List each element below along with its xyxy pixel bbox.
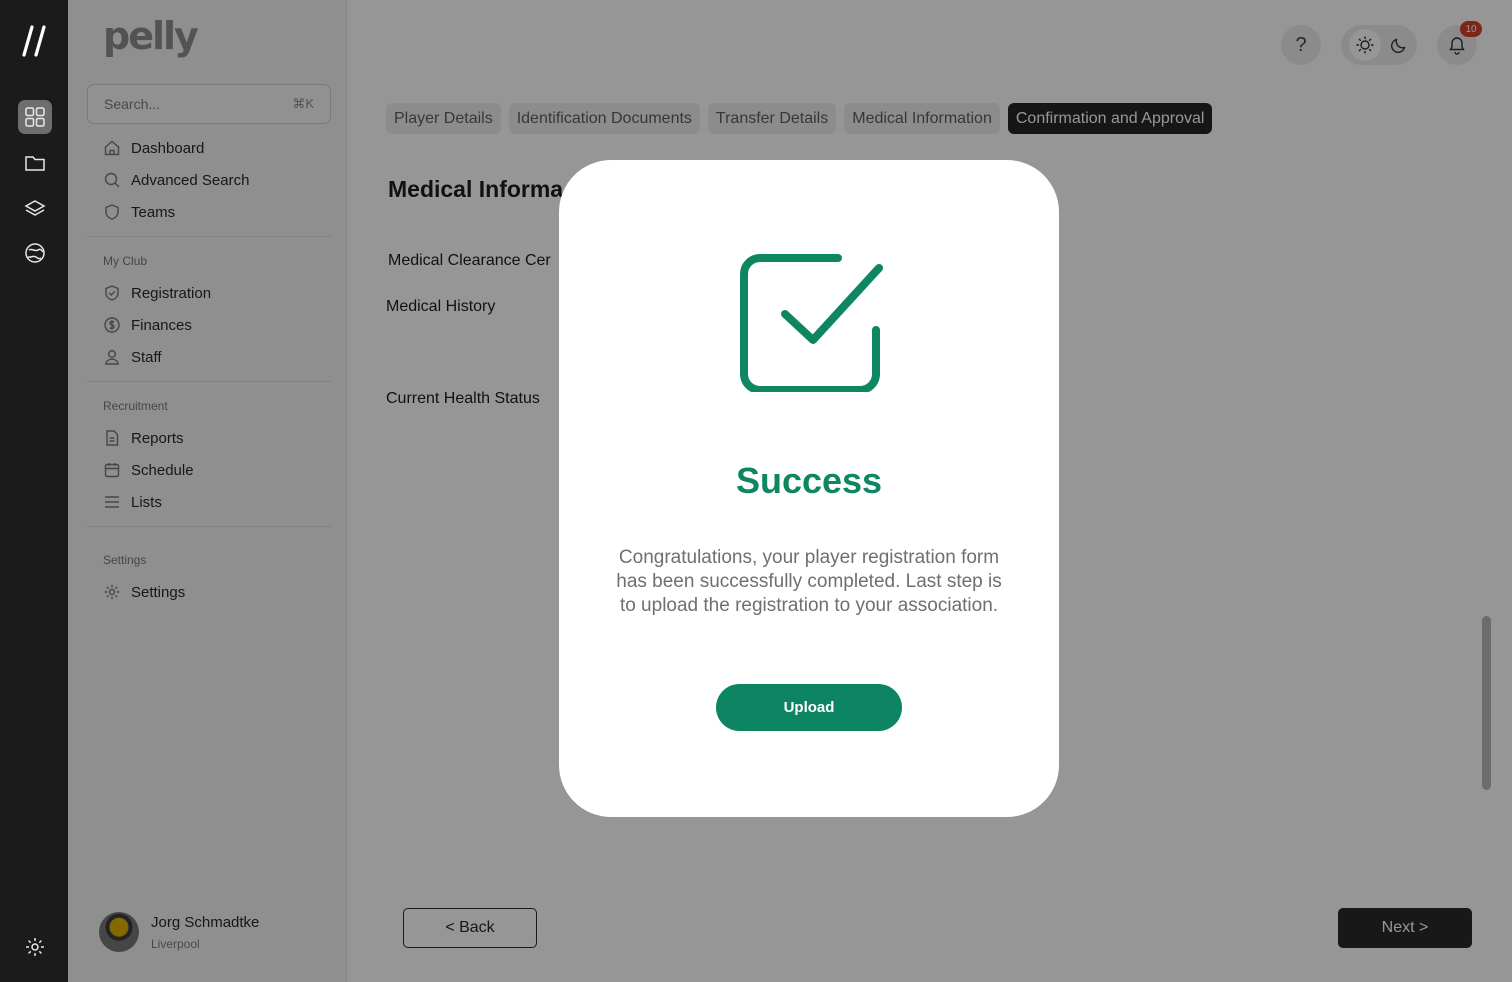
- upload-button[interactable]: Upload: [716, 684, 902, 731]
- settings-icon[interactable]: [18, 930, 52, 964]
- icon-rail: [0, 0, 68, 982]
- success-modal: Success Congratulations, your player reg…: [559, 160, 1059, 817]
- folder-icon[interactable]: [18, 146, 52, 180]
- checkbox-check-icon: [740, 254, 883, 392]
- modal-message: Congratulations, your player registratio…: [616, 547, 1002, 616]
- globe-icon[interactable]: [18, 236, 52, 270]
- grid-icon[interactable]: [18, 100, 52, 134]
- app-logo-icon[interactable]: [21, 24, 49, 58]
- modal-title: Success: [735, 460, 883, 501]
- layers-icon[interactable]: [18, 191, 52, 225]
